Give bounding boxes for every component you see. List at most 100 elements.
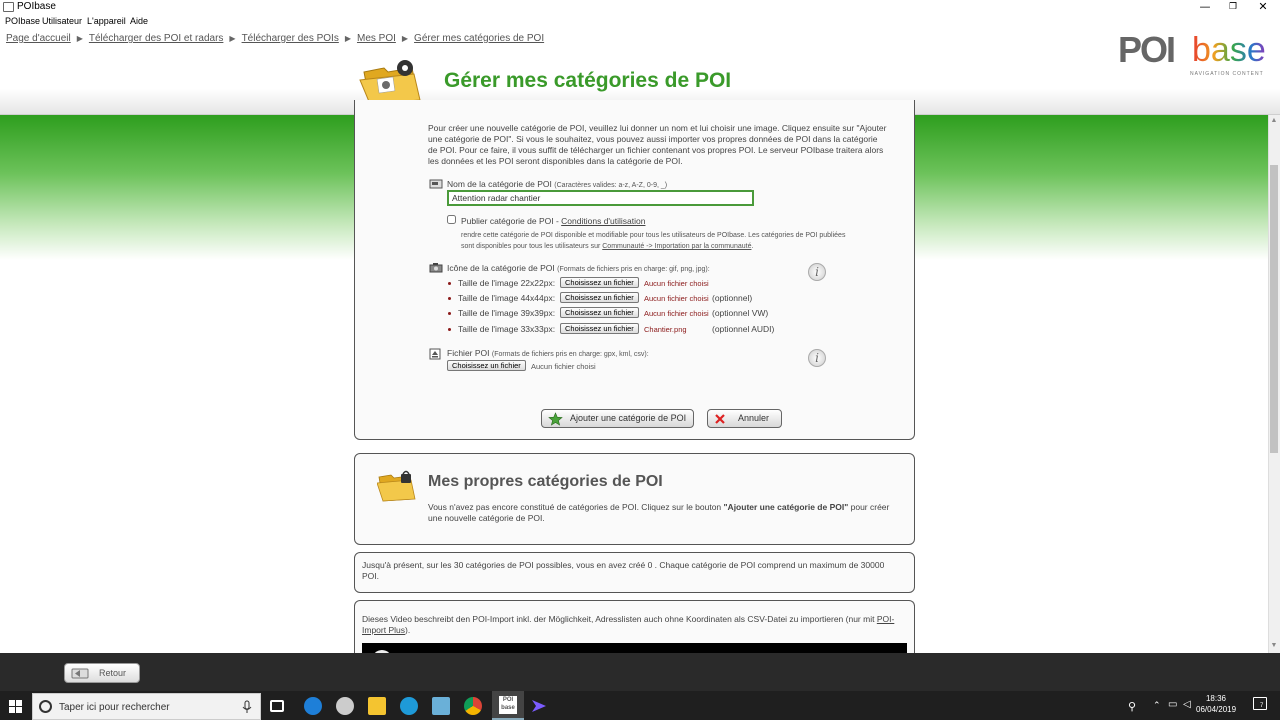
icon-section-label: Icône de la catégorie de POI (Formats de… bbox=[447, 263, 710, 273]
icon-44-label: Taille de l'image 44x44px: bbox=[458, 293, 556, 303]
icon-39-file-button[interactable]: Choisissez un fichier bbox=[560, 307, 639, 318]
microphone-icon[interactable] bbox=[242, 700, 252, 714]
publish-desc-end: . bbox=[751, 243, 754, 250]
icon-39-label: Taille de l'image 39x39px: bbox=[458, 308, 556, 318]
notifications-icon[interactable]: 7 bbox=[1253, 697, 1267, 710]
task-view-icon[interactable] bbox=[270, 700, 284, 712]
menu-poibase[interactable]: POIbase bbox=[5, 16, 40, 26]
terms-of-use-link[interactable]: Conditions d'utilisation bbox=[561, 216, 645, 226]
back-arrow-icon bbox=[71, 668, 89, 679]
name-field-label: Nom de la catégorie de POI (Caractères v… bbox=[447, 179, 667, 189]
show-hidden-icons-icon[interactable]: ⌃ bbox=[1153, 700, 1161, 711]
notepad-icon[interactable] bbox=[432, 697, 450, 715]
my-categories-panel: Mes propres catégories de POI Vous n'ave… bbox=[354, 453, 915, 545]
icon-44-note: (optionnel) bbox=[712, 293, 753, 303]
category-name-input[interactable] bbox=[447, 190, 754, 206]
folder-lock-icon bbox=[377, 470, 416, 502]
close-button[interactable]: ✕ bbox=[1248, 0, 1278, 15]
scrollbar-thumb[interactable] bbox=[1270, 165, 1278, 453]
poi-file-label-text: Fichier POI bbox=[447, 348, 490, 358]
bullet-icon bbox=[448, 312, 451, 315]
chrome-icon[interactable] bbox=[464, 697, 482, 715]
file-explorer-icon[interactable] bbox=[368, 697, 386, 715]
publish-description: rendre cette catégorie de POI disponible… bbox=[461, 230, 891, 252]
breadcrumb-my-poi[interactable]: Mes POI bbox=[357, 33, 396, 44]
breadcrumb-manage-categories[interactable]: Gérer mes catégories de POI bbox=[414, 33, 544, 44]
video-panel: Dieses Video beschreibt den POI-Import i… bbox=[354, 600, 915, 670]
breadcrumb-download-pois[interactable]: Télécharger des POIs bbox=[242, 33, 339, 44]
icon-39-file-status: Aucun fichier choisi bbox=[644, 309, 709, 318]
publish-desc-line1: rendre cette catégorie de POI disponible… bbox=[461, 232, 846, 239]
icon-22-file-button[interactable]: Choisissez un fichier bbox=[560, 277, 639, 288]
volume-icon[interactable]: ◁ bbox=[1183, 699, 1191, 710]
my-categories-text: Vous n'avez pas encore constitué de caté… bbox=[428, 502, 898, 524]
edge-browser-icon[interactable] bbox=[304, 697, 322, 715]
logo-base-text: base bbox=[1192, 31, 1266, 69]
folder-settings-icon bbox=[359, 60, 421, 105]
app-icon[interactable] bbox=[336, 697, 354, 715]
poibase-taskbar-button[interactable]: POI base bbox=[492, 691, 524, 720]
info-icon[interactable]: i bbox=[808, 263, 826, 281]
breadcrumb-separator-icon: ▶ bbox=[344, 34, 351, 43]
quota-text: Jusqu'à présent, sur les 30 catégories d… bbox=[362, 560, 885, 581]
taskbar-search-box[interactable]: Taper ici pour rechercher bbox=[32, 693, 261, 720]
icon-hint: (Formats de fichiers pris en charge: gif… bbox=[557, 266, 710, 273]
window-title: POIbase bbox=[17, 1, 56, 12]
page-title: Gérer mes catégories de POI bbox=[444, 69, 732, 92]
clock-date: 06/04/2019 bbox=[1196, 705, 1237, 714]
restore-button[interactable]: ❐ bbox=[1218, 0, 1248, 15]
camera-icon bbox=[429, 263, 443, 273]
window-titlebar: POIbase bbox=[0, 0, 1280, 15]
video-text-end: ). bbox=[405, 625, 411, 635]
back-label: Retour bbox=[99, 668, 127, 678]
icon-33-label: Taille de l'image 33x33px: bbox=[458, 324, 556, 334]
scroll-down-icon[interactable]: ▼ bbox=[1270, 642, 1278, 650]
icon-44-file-status: Aucun fichier choisi bbox=[644, 294, 709, 303]
cortana-icon bbox=[39, 700, 52, 713]
menu-aide[interactable]: Aide bbox=[130, 16, 148, 26]
icon-22-file-status: Aucun fichier choisi bbox=[644, 279, 709, 288]
community-import-link[interactable]: Communauté -> Importation par la communa… bbox=[602, 243, 751, 250]
icon-44-file-button[interactable]: Choisissez un fichier bbox=[560, 292, 639, 303]
arrow-app-icon[interactable] bbox=[530, 698, 548, 714]
breadcrumb-download-poi-radars[interactable]: Télécharger des POI et radars bbox=[89, 33, 224, 44]
poibase-logo[interactable]: POI base NAVIGATION CONTENT bbox=[1118, 29, 1268, 77]
publish-checkbox[interactable] bbox=[447, 215, 456, 224]
icon-label-text: Icône de la catégorie de POI bbox=[447, 263, 555, 273]
cancel-button[interactable]: Annuler bbox=[707, 409, 782, 428]
menu-appareil[interactable]: L'appareil bbox=[87, 16, 126, 26]
poibase-taskbar-icon: POI base bbox=[499, 696, 517, 714]
star-add-icon bbox=[548, 412, 563, 426]
breadcrumb: Page d'accueil ▶ Télécharger des POI et ra… bbox=[6, 33, 544, 44]
network-icon[interactable]: ▭ bbox=[1168, 699, 1177, 710]
windows-start-icon[interactable] bbox=[9, 700, 22, 713]
publish-label-text: Publier catégorie de POI - bbox=[461, 216, 562, 226]
quota-panel: Jusqu'à présent, sur les 30 catégories d… bbox=[354, 552, 915, 593]
add-category-button[interactable]: Ajouter une catégorie de POI bbox=[541, 409, 694, 428]
people-icon[interactable]: ⚲ bbox=[1128, 700, 1136, 713]
bullet-icon bbox=[448, 282, 451, 285]
scroll-up-icon[interactable]: ▲ bbox=[1270, 117, 1278, 125]
poi-file-label: Fichier POI (Formats de fichiers pris en… bbox=[447, 348, 649, 358]
file-upload-icon bbox=[429, 348, 441, 360]
poi-file-button[interactable]: Choisissez un fichier bbox=[447, 360, 526, 371]
skype-icon[interactable] bbox=[400, 697, 418, 715]
icon-33-file-button[interactable]: Choisissez un fichier bbox=[560, 323, 639, 334]
form-intro-text: Pour créer une nouvelle catégorie de POI… bbox=[428, 123, 887, 166]
taskbar-clock[interactable]: 18:36 06/04/2019 bbox=[1196, 693, 1236, 715]
app-icon bbox=[3, 2, 14, 12]
icon-39-note: (optionnel VW) bbox=[712, 308, 769, 318]
breadcrumb-home[interactable]: Page d'accueil bbox=[6, 33, 71, 44]
info-icon[interactable]: i bbox=[808, 349, 826, 367]
publish-desc-line2: sont disponibles pour tous les utilisate… bbox=[461, 243, 603, 250]
minimize-button[interactable]: — bbox=[1190, 0, 1220, 15]
cancel-label: Annuler bbox=[738, 413, 770, 423]
menu-utilisateur[interactable]: Utilisateur bbox=[42, 16, 82, 26]
name-hint: (Caractères valides: a-z, A-Z, 0-9, _) bbox=[554, 182, 668, 189]
video-text: Dieses Video beschreibt den POI-Import i… bbox=[362, 614, 877, 624]
icon-33-file-status: Chantier.png bbox=[644, 325, 687, 334]
back-button[interactable]: Retour bbox=[64, 663, 140, 683]
icon-33-note: (optionnel AUDI) bbox=[712, 324, 775, 334]
footer-bar bbox=[0, 653, 1280, 691]
notification-count: 7 bbox=[1260, 703, 1264, 709]
